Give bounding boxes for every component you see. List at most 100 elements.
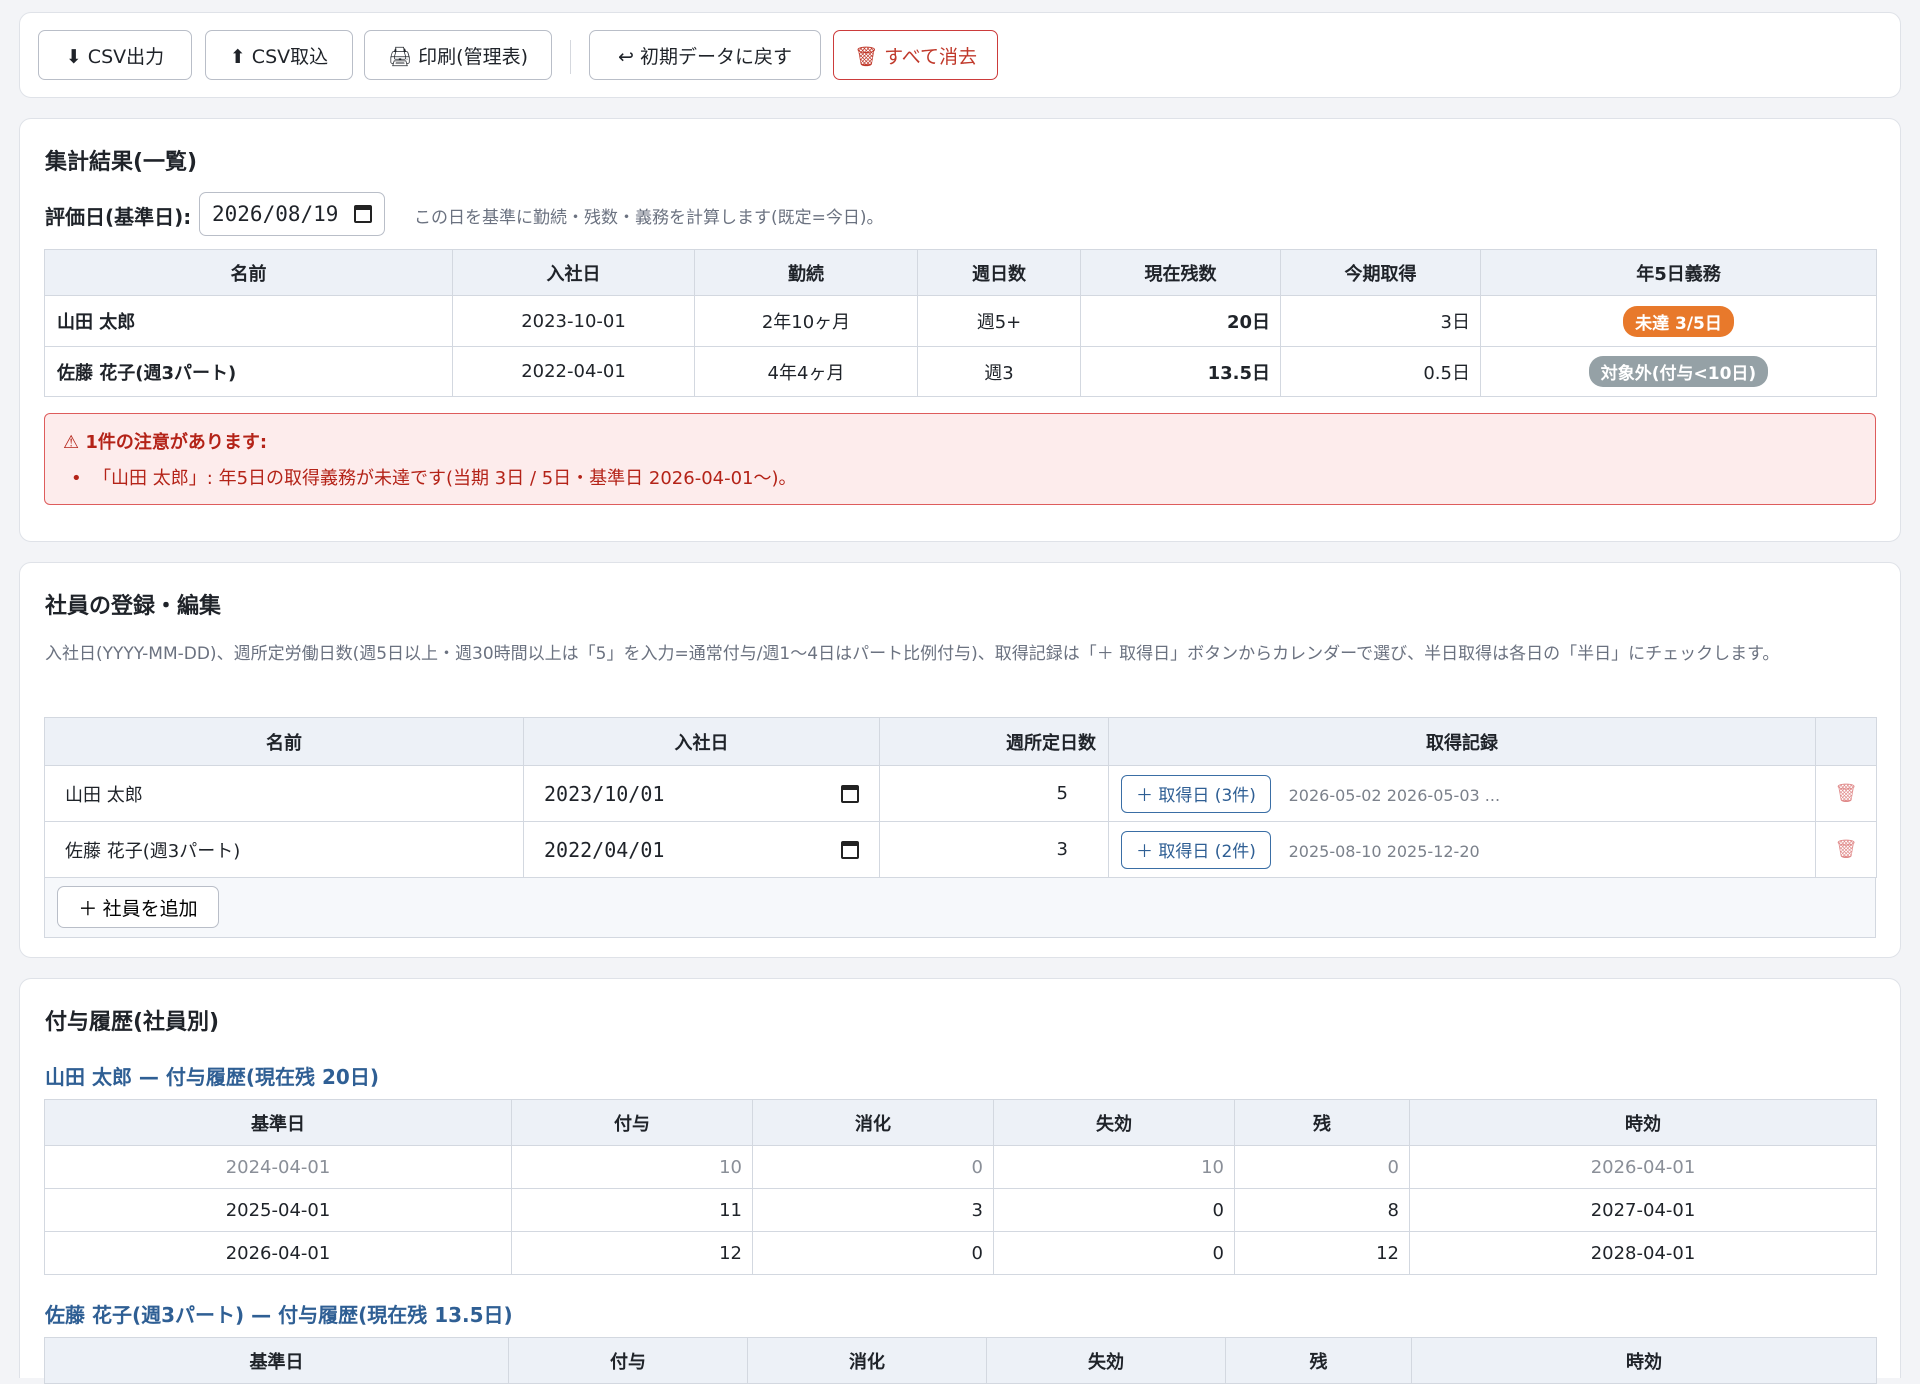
base-date: 2024-04-01 (44, 1145, 512, 1189)
col-weekly-days: 週所定日数 (879, 717, 1109, 766)
col-expired: 失効 (986, 1337, 1226, 1384)
week-days: 週5+ (917, 295, 1081, 347)
col-tenure: 勤続 (694, 249, 918, 296)
toolbar: ⬇ CSV出力 ⬆ CSV取込 🖨 印刷(管理表) ↩ 初期データに戻す 🗑 す… (19, 12, 1901, 98)
expiry-date: 2028-04-01 (1409, 1231, 1877, 1275)
warning-alert: ⚠ 1件の注意があります: • 「山田 太郎」: 年5日の取得義務が未達です(当… (44, 413, 1876, 505)
expired: 0 (993, 1231, 1235, 1275)
history-section-title: 山田 太郎 — 付与履歴(現在残 20日) (45, 1065, 379, 1089)
col-name: 名前 (44, 717, 524, 766)
taken-days: 0.5日 (1280, 346, 1481, 397)
remaining-days: 13.5日 (1080, 346, 1281, 397)
alert-item-text: 「山田 太郎」: 年5日の取得義務が未達です(当期 3日 / 5日・基準日 20… (93, 468, 797, 489)
leave-dates: 2025-08-10 2025-12-20 (1288, 842, 1480, 861)
col-used: 消化 (747, 1337, 987, 1384)
summary-table: 名前 入社日 勤続 週日数 現在残数 今期取得 年5日義務 山田 太郎 2023… (44, 249, 1877, 397)
add-employee-button[interactable]: ＋ 社員を追加 (57, 886, 219, 928)
hire-date: 2023-10-01 (452, 295, 695, 347)
base-date: 2025-04-01 (44, 1188, 512, 1232)
weekly-days-input[interactable]: 3 (879, 821, 1109, 878)
employees-card: 社員の登録・編集 入社日(YYYY-MM-DD)、週所定労働日数(週5日以上・週… (19, 562, 1901, 958)
print-button[interactable]: 🖨 印刷(管理表) (364, 30, 552, 80)
csv-import-button[interactable]: ⬆ CSV取込 (205, 30, 353, 80)
hire-date-input[interactable]: 2023/10/01 (524, 782, 879, 806)
col-leave-records: 取得記録 (1108, 717, 1816, 766)
history-table: 基準日 付与 消化 失効 残 時効 (44, 1337, 1877, 1384)
table-row: 2024-04-01 10 0 10 0 2026-04-01 (44, 1145, 1877, 1189)
granted: 11 (511, 1188, 753, 1232)
add-leave-date-button[interactable]: ＋ 取得日 (3件) (1121, 774, 1271, 813)
calendar-icon[interactable] (841, 784, 859, 803)
summary-title: 集計結果(一覧) (45, 150, 198, 175)
trash-icon[interactable]: 🗑 (1835, 783, 1858, 804)
used: 0 (752, 1145, 994, 1189)
col-balance: 残 (1234, 1099, 1410, 1146)
tenure: 4年4ヶ月 (694, 346, 918, 397)
col-base-date: 基準日 (44, 1337, 509, 1384)
reset-data-button[interactable]: ↩ 初期データに戻す (589, 30, 821, 80)
employee-name: 佐藤 花子(週3パート) (44, 346, 453, 397)
employees-description: 入社日(YYYY-MM-DD)、週所定労働日数(週5日以上・週30時間以上は「5… (45, 644, 1780, 664)
table-row: 2026-04-01 12 0 0 12 2028-04-01 (44, 1231, 1877, 1275)
col-remaining: 現在残数 (1080, 249, 1281, 296)
csv-export-button[interactable]: ⬇ CSV出力 (38, 30, 192, 80)
leave-dates: 2026-05-02 2026-05-03 ... (1288, 786, 1501, 805)
employee-name-input[interactable]: 山田 太郎 (44, 765, 524, 822)
trash-icon[interactable]: 🗑 (1835, 839, 1858, 860)
table-row: 佐藤 花子(週3パート) 2022-04-01 4年4ヶ月 週3 13.5日 0… (44, 346, 1877, 397)
used: 3 (752, 1188, 994, 1232)
col-expiry: 時効 (1409, 1099, 1877, 1146)
expiry-date: 2027-04-01 (1409, 1188, 1877, 1232)
expired: 0 (993, 1188, 1235, 1232)
table-row: 山田 太郎 2023-10-01 2年10ヶ月 週5+ 20日 3日 未達 3/… (44, 295, 1877, 347)
add-leave-date-button[interactable]: ＋ 取得日 (2件) (1121, 830, 1271, 869)
col-taken: 今期取得 (1280, 249, 1481, 296)
weekly-days-input[interactable]: 5 (879, 765, 1109, 822)
alert-title: ⚠ 1件の注意があります: (63, 432, 268, 453)
history-title: 付与履歴(社員別) (45, 1010, 220, 1035)
table-row: 佐藤 花子(週3パート) 2022/04/01 3 ＋ 取得日 (2件) 202… (44, 821, 1877, 878)
calendar-icon[interactable] (841, 840, 859, 859)
col-actions (1815, 717, 1877, 766)
employee-name: 山田 太郎 (44, 295, 453, 347)
balance: 12 (1234, 1231, 1410, 1275)
col-hire-date: 入社日 (452, 249, 695, 296)
history-header-row: 基準日 付与 消化 失効 残 時効 (44, 1099, 1877, 1146)
base-date: 2026-04-01 (44, 1231, 512, 1275)
col-duty: 年5日義務 (1480, 249, 1877, 296)
hire-date-value: 2022/04/01 (544, 837, 665, 862)
eval-date-value: 2026/08/19 (212, 202, 339, 226)
hire-date-input[interactable]: 2022/04/01 (524, 838, 879, 862)
history-header-row: 基準日 付与 消化 失効 残 時効 (44, 1337, 1877, 1384)
duty-status-badge: 対象外(付与<10日) (1588, 356, 1769, 387)
employee-name-input[interactable]: 佐藤 花子(週3パート) (44, 821, 524, 878)
table-row: 2025-04-01 11 3 0 8 2027-04-01 (44, 1188, 1877, 1232)
eval-date-input[interactable]: 2026/08/19 (199, 192, 385, 236)
col-balance: 残 (1225, 1337, 1412, 1384)
history-card: 付与履歴(社員別) 山田 太郎 — 付与履歴(現在残 20日) 基準日 付与 消… (19, 978, 1901, 1384)
employees-table: 名前 入社日 週所定日数 取得記録 山田 太郎 2023/10/01 5 ＋ 取… (44, 717, 1877, 878)
granted: 12 (511, 1231, 753, 1275)
col-base-date: 基準日 (44, 1099, 512, 1146)
balance: 0 (1234, 1145, 1410, 1189)
clear-all-button[interactable]: 🗑 すべて消去 (833, 30, 998, 80)
taken-days: 3日 (1280, 295, 1481, 347)
employees-title: 社員の登録・編集 (45, 594, 222, 619)
expired: 10 (993, 1145, 1235, 1189)
granted: 10 (511, 1145, 753, 1189)
tenure: 2年10ヶ月 (694, 295, 918, 347)
col-name: 名前 (44, 249, 453, 296)
remaining-days: 20日 (1080, 295, 1281, 347)
col-expired: 失効 (993, 1099, 1235, 1146)
history-section-title: 佐藤 花子(週3パート) — 付与履歴(現在残 13.5日) (45, 1303, 513, 1327)
hire-date: 2022-04-01 (452, 346, 695, 397)
eval-date-hint: この日を基準に勤続・残数・義務を計算します(既定=今日)。 (414, 208, 884, 228)
hire-date-value: 2023/10/01 (544, 781, 665, 806)
col-expiry: 時効 (1411, 1337, 1877, 1384)
eval-date-label: 評価日(基準日): (45, 205, 192, 229)
expiry-date: 2026-04-01 (1409, 1145, 1877, 1189)
summary-header-row: 名前 入社日 勤続 週日数 現在残数 今期取得 年5日義務 (44, 249, 1877, 296)
alert-item: • 「山田 太郎」: 年5日の取得義務が未達です(当期 3日 / 5日・基準日 … (71, 468, 797, 489)
toolbar-separator (570, 40, 571, 74)
calendar-icon[interactable] (354, 205, 372, 223)
